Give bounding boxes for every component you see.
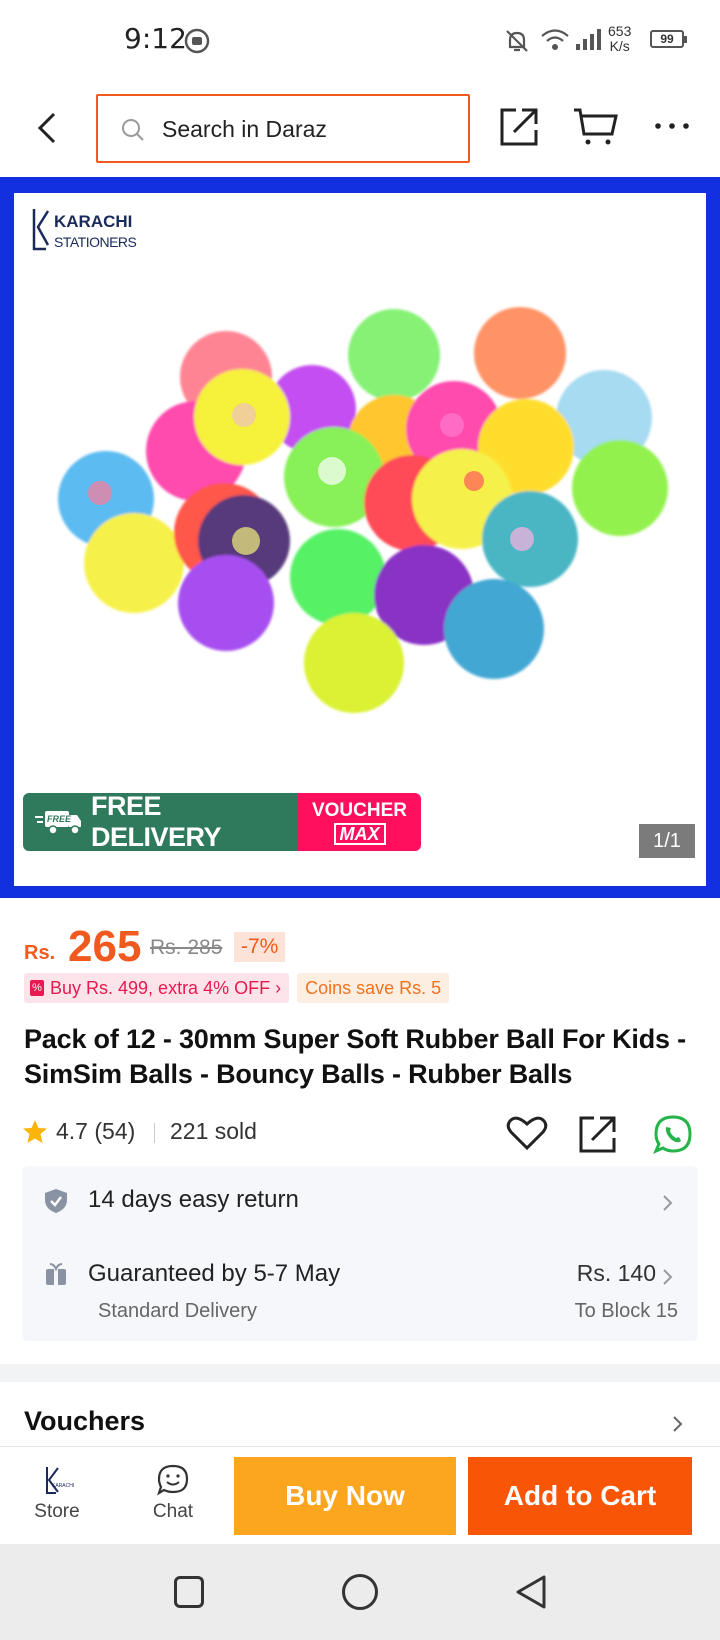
more-icon[interactable] [650,104,694,148]
header: Search in Daraz [0,80,720,176]
record-icon [184,28,210,54]
store-label: Store [34,1501,80,1522]
product-image-gallery[interactable]: KARACHI STATIONERS FREE FREE DELIVERY VO… [0,177,720,898]
free-delivery-badge: FREE FREE DELIVERY [23,793,298,851]
price-value: 265 [68,922,142,971]
net-speed-unit: K/s [609,38,630,54]
voucher-max-line2: MAX [333,823,386,845]
search-icon [122,119,144,141]
system-back-icon[interactable] [514,1574,548,1610]
shield-check-icon [45,1189,67,1213]
free-badge-text: FREE [47,814,72,824]
vouchers-heading[interactable]: Vouchers [24,1406,145,1437]
net-speed-value: 653 [608,23,632,39]
delivery-truck-icon: FREE [35,811,81,835]
promo-tags: % Buy Rs. 499, extra 4% OFF › Coins save… [24,973,450,1003]
mute-bell-icon [506,30,528,52]
signal-icon [576,29,601,50]
status-bar: 9:12 653 K/s 99 [0,0,720,80]
buy-now-button[interactable]: Buy Now [234,1457,456,1535]
status-time: 9:12 [124,22,187,55]
rating-divider [154,1123,155,1143]
wifi-icon [541,29,569,50]
store-logo-line2: STATIONERS [54,234,137,250]
chat-icon [157,1464,189,1496]
add-to-cart-button[interactable]: Add to Cart [468,1457,692,1535]
store-icon-text: KARACHI [52,1483,74,1489]
search-input[interactable]: Search in Daraz [96,94,470,163]
store-logo-line1: KARACHI [54,212,132,231]
service-card: 14 days easy return Guaranteed by 5-7 Ma… [22,1166,698,1341]
promo-tag-icon: % [30,980,44,996]
rating-value[interactable]: 4.7 (54) [56,1118,135,1145]
price-currency: Rs. [24,942,56,964]
back-arrow-icon[interactable] [28,106,68,150]
store-logo: KARACHI STATIONERS [32,209,137,251]
delivery-type-text: Standard Delivery [98,1300,257,1322]
delivery-location: To Block 15 [574,1300,678,1322]
rubber-balls-image [58,307,668,713]
coins-tag[interactable]: Coins save Rs. 5 [297,973,450,1003]
product-title: Pack of 12 - 30mm Super Soft Rubber Ball… [24,1024,686,1089]
gift-box-icon [46,1263,66,1285]
cart-icon[interactable] [572,104,618,148]
voucher-max-badge: VOUCHER MAX [298,793,421,851]
home-icon[interactable] [342,1574,378,1610]
chevron-right-icon[interactable] [662,1194,674,1212]
delivery-guarantee-text[interactable]: Guaranteed by 5-7 May [88,1260,340,1288]
extra-off-tag-label: Buy Rs. 499, extra 4% OFF › [50,978,282,998]
chat-label: Chat [152,1501,194,1522]
chat-button[interactable]: Chat [136,1455,210,1533]
discount-badge: -7% [234,932,286,962]
recent-apps-icon[interactable] [174,1576,204,1608]
search-placeholder: Search in Daraz [162,116,327,142]
store-icon: KARACHI [46,1467,74,1494]
store-button[interactable]: KARACHI Store [20,1455,94,1533]
product-image[interactable]: KARACHI STATIONERS FREE FREE DELIVERY VO… [14,193,706,886]
sold-count: 221 sold [170,1118,257,1144]
battery-icon: 99 [650,30,687,48]
star-icon [23,1120,47,1143]
whatsapp-icon[interactable] [652,1114,694,1156]
bottom-action-bar: KARACHI Store Chat Buy Now Add to Cart [0,1446,720,1544]
free-delivery-text: FREE DELIVERY [90,793,222,851]
image-page-counter: 1/1 [639,824,695,858]
section-divider [0,1364,720,1382]
delivery-fee: Rs. 140 [576,1260,656,1286]
net-speed: 653 K/s [608,24,631,54]
free-delivery-banner: FREE FREE DELIVERY VOUCHER MAX [23,793,421,851]
original-price: Rs. 285 [150,936,223,959]
voucher-max-line1: VOUCHER [311,800,407,821]
heart-icon[interactable] [506,1114,548,1152]
rating-row: 4.7 (54) 221 sold [22,1114,702,1154]
easy-return-text[interactable]: 14 days easy return [88,1186,299,1214]
share-icon[interactable] [498,104,542,148]
share-icon[interactable] [578,1114,620,1154]
chevron-right-icon[interactable] [672,1415,684,1433]
chevron-right-icon[interactable] [662,1268,674,1286]
extra-off-tag[interactable]: % Buy Rs. 499, extra 4% OFF › [24,973,290,1003]
system-nav-bar [0,1544,720,1640]
